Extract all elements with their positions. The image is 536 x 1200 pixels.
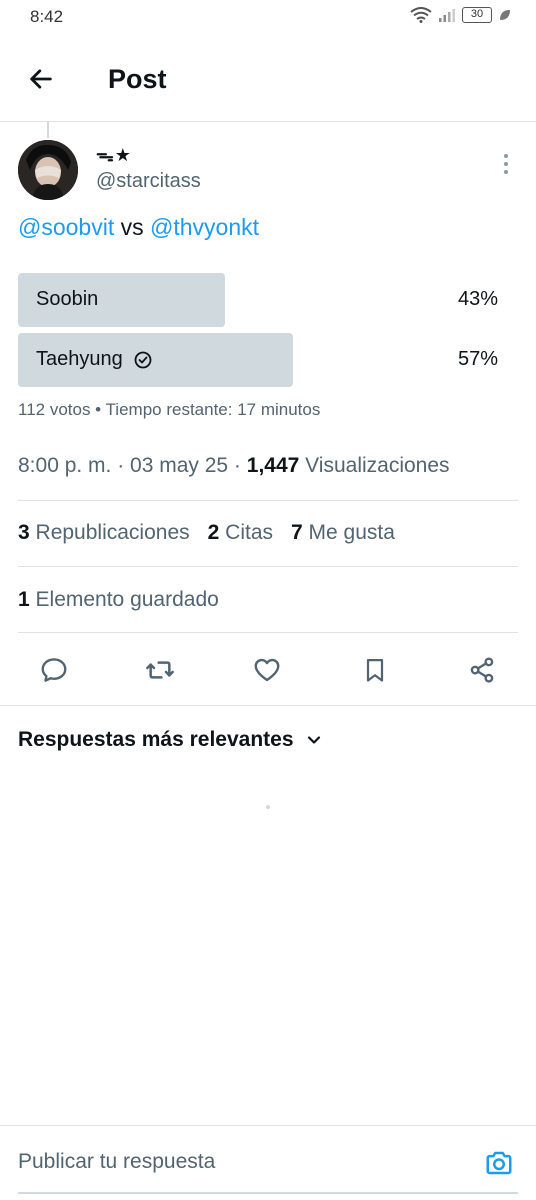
reply-input[interactable] bbox=[18, 1150, 438, 1174]
camera-icon bbox=[486, 1151, 512, 1175]
timestamp-row: 8:00 p. m. · 03 may 25 · 1,447 Visualiza… bbox=[18, 454, 450, 478]
replies-sort-label: Respuestas más relevantes bbox=[18, 728, 294, 751]
poll-option: Soobin 43% bbox=[18, 273, 500, 327]
like-button[interactable] bbox=[249, 652, 285, 688]
mention-link[interactable]: @soobvit bbox=[18, 214, 114, 240]
heart-icon bbox=[254, 658, 280, 682]
wifi-icon bbox=[410, 7, 432, 23]
more-dot bbox=[504, 154, 508, 158]
divider bbox=[18, 632, 518, 633]
share-button[interactable] bbox=[464, 652, 500, 688]
repost-button[interactable] bbox=[142, 652, 178, 688]
back-button[interactable] bbox=[24, 62, 58, 96]
composer-underline bbox=[18, 1192, 518, 1194]
poll-option: Taehyung 57% bbox=[18, 333, 500, 387]
poll-option-percent: 43% bbox=[457, 288, 498, 310]
poll-option-label: Taehyung bbox=[36, 348, 123, 370]
arrow-left-icon bbox=[30, 69, 52, 89]
poll-option-label: Soobin bbox=[36, 288, 99, 310]
bookmarks-count: 1 bbox=[18, 588, 30, 611]
status-time: 8:42 bbox=[30, 7, 64, 26]
reposts-stat[interactable]: 3 Republicaciones bbox=[18, 521, 190, 545]
divider bbox=[18, 566, 518, 567]
likes-stat[interactable]: 7 Me gusta bbox=[291, 521, 395, 545]
post-author: ᯓ★ @starcitass bbox=[18, 140, 518, 202]
post-timestamp[interactable]: 8:00 p. m. · 03 may 25 · bbox=[18, 454, 247, 477]
engagement-stats: 3 Republicaciones 2 Citas 7 Me gusta bbox=[18, 521, 395, 545]
share-icon bbox=[470, 657, 494, 683]
battery-icon: 30 bbox=[462, 7, 492, 23]
thread-line bbox=[47, 122, 49, 138]
poll-meta: 112 votos • Tiempo restante: 17 minutos bbox=[18, 400, 321, 419]
more-options-button[interactable] bbox=[494, 150, 518, 178]
more-dot bbox=[504, 170, 508, 174]
author-handle[interactable]: @starcitass bbox=[96, 170, 201, 193]
chevron-down-icon bbox=[307, 736, 320, 744]
action-bar bbox=[18, 648, 518, 692]
mention-link[interactable]: @thvyonkt bbox=[150, 214, 259, 240]
bookmark-button[interactable] bbox=[357, 652, 393, 688]
repost-icon bbox=[146, 661, 174, 679]
bookmarks-label: Elemento guardado bbox=[29, 588, 219, 611]
replies-sort-dropdown[interactable]: Respuestas más relevantes bbox=[18, 728, 322, 752]
post-text-connector: vs bbox=[114, 214, 151, 240]
camera-button[interactable] bbox=[482, 1146, 516, 1180]
reply-composer bbox=[0, 1125, 536, 1200]
divider bbox=[0, 705, 536, 706]
leaf-icon bbox=[500, 10, 510, 20]
poll-option-percent: 57% bbox=[457, 348, 498, 370]
post-text: @soobvit vs @thvyonkt bbox=[18, 214, 259, 241]
reply-icon bbox=[41, 658, 67, 682]
status-bar: 8:42 30 bbox=[0, 0, 536, 34]
quotes-stat[interactable]: 2 Citas bbox=[208, 521, 273, 545]
page-title: Post bbox=[108, 64, 167, 94]
views-label: Visualizaciones bbox=[299, 454, 450, 477]
bookmark-icon bbox=[366, 658, 384, 682]
loading-indicator bbox=[266, 805, 270, 809]
avatar-image bbox=[18, 140, 78, 200]
status-icons: 30 bbox=[410, 7, 512, 23]
views-count: 1,447 bbox=[246, 454, 300, 477]
avatar[interactable] bbox=[18, 140, 78, 200]
reply-button[interactable] bbox=[36, 652, 72, 688]
signal-icon bbox=[439, 9, 455, 22]
more-dot bbox=[504, 162, 508, 166]
divider bbox=[18, 500, 518, 501]
author-display-name[interactable]: ᯓ★ bbox=[96, 143, 132, 167]
header: Post bbox=[0, 34, 536, 122]
check-circle-icon bbox=[134, 351, 152, 368]
bookmarks-stat: 1 Elemento guardado bbox=[18, 588, 219, 612]
